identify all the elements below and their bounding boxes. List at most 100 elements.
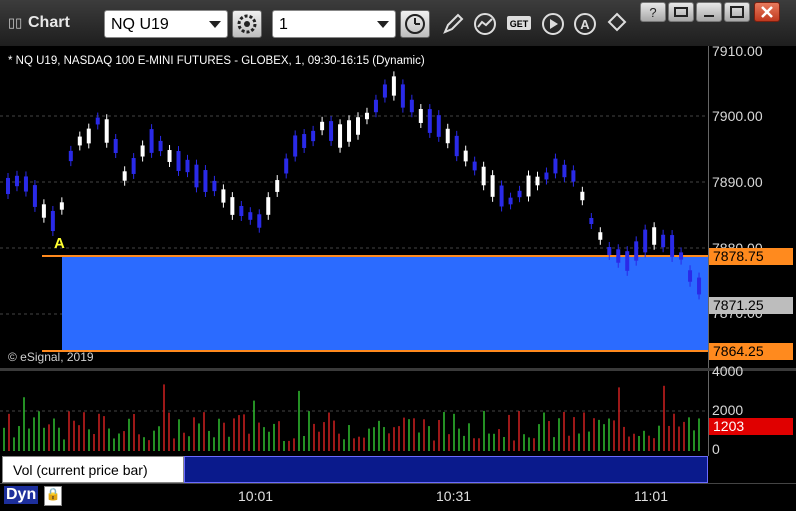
candle-body — [221, 189, 226, 203]
restore-icon — [674, 7, 688, 17]
volume-last-tag: 1203 — [709, 418, 793, 435]
close-icon — [761, 6, 773, 18]
move-icon[interactable] — [604, 12, 630, 36]
time-axis[interactable] — [0, 483, 796, 511]
copyright-text: © eSignal, 2019 — [8, 350, 94, 364]
candle-body — [607, 247, 612, 255]
candle-body — [445, 128, 450, 144]
candle-body — [418, 109, 423, 123]
candle-body — [490, 175, 495, 197]
candle-body — [248, 212, 253, 220]
candle-body — [553, 158, 558, 174]
candle-body — [203, 170, 208, 192]
candle-body — [212, 180, 217, 192]
candle-body — [472, 161, 477, 171]
candle-body — [230, 197, 235, 215]
clock-icon — [405, 14, 425, 34]
candle-body — [454, 135, 459, 157]
candle-body — [571, 170, 576, 182]
price-chart[interactable]: A — [0, 46, 708, 366]
candlestick-plot: A — [0, 71, 708, 352]
time-label: 10:01 — [238, 488, 274, 504]
candle-body — [598, 232, 603, 240]
candle-body — [194, 164, 199, 188]
help-button[interactable]: ? — [640, 2, 666, 22]
upper-level-tag: 7878.75 — [709, 248, 793, 265]
volume-tick: 0 — [712, 441, 720, 457]
candle-body — [535, 176, 540, 186]
alert-icon[interactable]: A — [572, 12, 598, 36]
candle-body — [338, 124, 343, 148]
candle-body — [50, 210, 55, 232]
candle-body — [364, 112, 369, 120]
price-tick: 7890.00 — [712, 174, 763, 190]
lock-icon[interactable]: 🔒 — [44, 486, 62, 506]
candle-body — [436, 115, 441, 137]
gear-icon — [237, 14, 257, 34]
candle-body — [688, 270, 693, 282]
candle-body — [68, 150, 73, 162]
candle-body — [544, 172, 549, 180]
chevron-down-icon[interactable] — [209, 21, 221, 28]
studies-icon[interactable] — [472, 12, 498, 36]
volume-study-text: Vol (current price bar) — [13, 462, 148, 478]
candle-body — [59, 202, 64, 210]
candle-body — [625, 251, 630, 271]
close-icon[interactable]: × — [170, 456, 177, 470]
restore-button[interactable] — [668, 2, 694, 22]
candle-body — [41, 204, 46, 218]
candle-body — [86, 128, 91, 144]
maximize-button[interactable] — [724, 2, 750, 22]
candle-body — [167, 150, 172, 162]
volume-study-label[interactable]: Vol (current price bar) — [2, 456, 184, 483]
candle-body — [670, 235, 675, 257]
candle-body — [562, 164, 567, 178]
chart-app-icon: ▯▯ — [8, 15, 23, 30]
volume-study-bar — [184, 456, 708, 483]
candle-body — [409, 99, 414, 113]
candle-body — [320, 121, 325, 131]
interval-value: 1 — [279, 16, 288, 33]
candle-body — [643, 229, 648, 253]
candle-body — [347, 120, 352, 142]
help-icon: ? — [649, 5, 656, 20]
candle-body — [373, 99, 378, 113]
play-icon[interactable] — [540, 12, 566, 36]
candle-body — [311, 130, 316, 142]
symbol-value: NQ U19 — [111, 16, 169, 33]
time-button[interactable] — [400, 10, 430, 38]
close-button[interactable] — [754, 2, 780, 22]
candle-body — [616, 249, 621, 263]
candle-body — [122, 171, 127, 181]
symbol-input[interactable]: NQ U19 — [104, 10, 228, 38]
maximize-icon — [730, 6, 744, 18]
candle-body — [634, 241, 639, 261]
volume-tick: 2000 — [712, 402, 744, 418]
interval-input[interactable]: 1 — [272, 10, 396, 38]
lower-level-tag: 7864.25 — [709, 343, 793, 360]
candle-body — [266, 197, 271, 215]
chevron-down-icon[interactable] — [377, 21, 389, 28]
candle-body — [652, 227, 657, 245]
candle-body — [589, 217, 594, 225]
pencil-icon[interactable] — [440, 12, 466, 36]
get-data-icon[interactable]: GET — [506, 12, 532, 36]
settings-button[interactable] — [232, 10, 262, 38]
time-label: 11:01 — [634, 488, 668, 504]
last-price-tag: 7871.25 — [709, 297, 793, 314]
candle-body — [463, 150, 468, 162]
volume-pane[interactable] — [0, 371, 708, 456]
dynamic-label[interactable]: Dyn — [4, 486, 39, 504]
range-highlight — [62, 256, 708, 351]
candle-body — [23, 176, 28, 192]
candle-body — [104, 119, 109, 143]
price-tick: 7910.00 — [712, 43, 763, 59]
svg-text:?: ? — [649, 5, 656, 20]
alert-marker-label: A — [54, 235, 65, 252]
minimize-icon — [704, 15, 714, 17]
candle-body — [149, 129, 154, 153]
minimize-button[interactable] — [696, 2, 722, 22]
candle-body — [481, 166, 486, 186]
time-label: 10:31 — [436, 488, 472, 504]
candle-body — [284, 158, 289, 174]
